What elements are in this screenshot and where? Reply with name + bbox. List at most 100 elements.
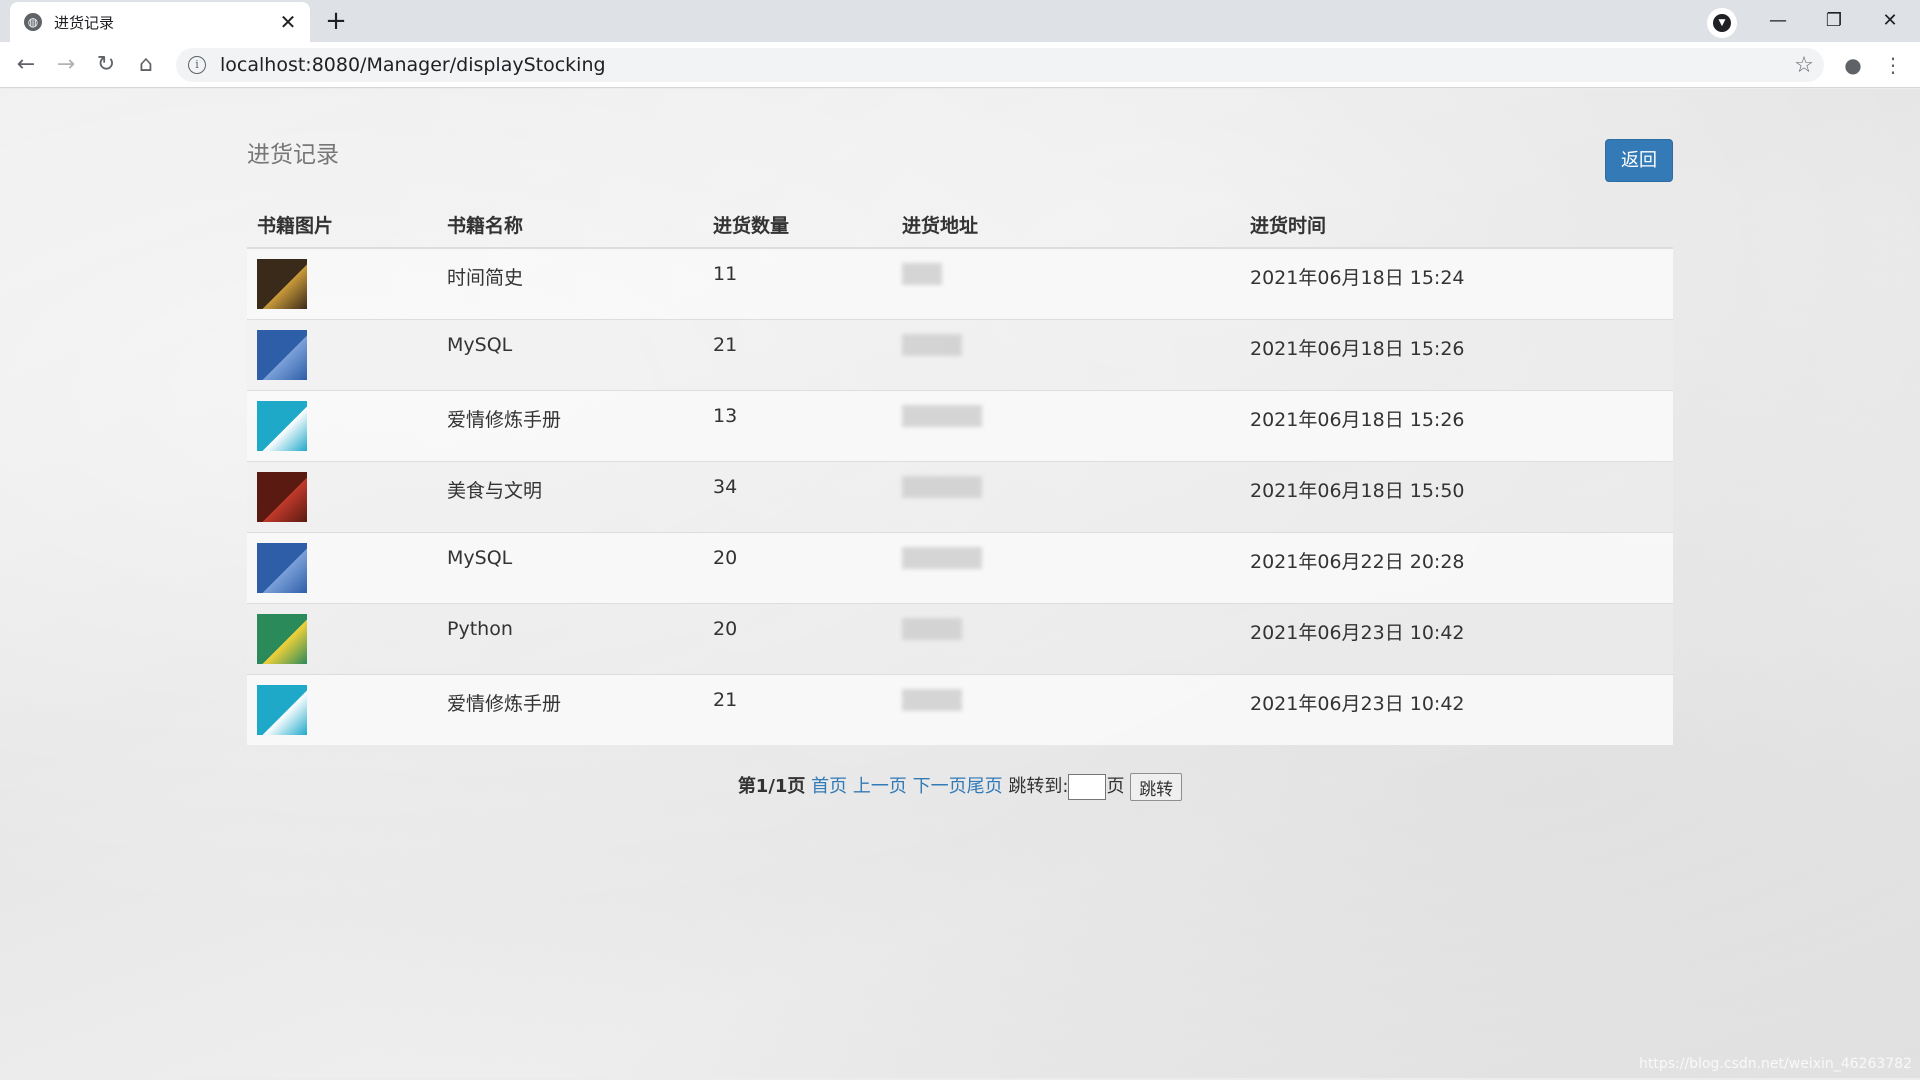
stock-time: 2021年06月18日 15:24	[1240, 247, 1673, 319]
book-cover-image	[257, 259, 307, 309]
table-header-row: 书籍图片 书籍名称 进货数量 进货地址 进货时间	[247, 201, 1673, 249]
info-icon[interactable]: i	[188, 56, 206, 74]
stock-address	[892, 389, 1240, 461]
book-name: MySQL	[437, 531, 703, 603]
redacted-address	[902, 617, 962, 640]
page-indicator: 第1/1页	[737, 776, 806, 797]
stock-time: 2021年06月23日 10:42	[1240, 602, 1673, 674]
book-name: MySQL	[437, 318, 703, 390]
table-row: 美食与文明 34 2021年06月18日 15:50	[247, 460, 1673, 532]
table-row: Python 20 2021年06月23日 10:42	[247, 602, 1673, 674]
minimize-button[interactable]: —	[1750, 4, 1806, 38]
cover-cell	[247, 531, 437, 603]
header-name: 书籍名称	[437, 201, 703, 249]
book-cover-image	[257, 400, 307, 451]
page-content: 进货记录 返回 书籍图片 书籍名称 进货数量 进货地址 进货时间 时间简史 11 2…	[0, 89, 1920, 1078]
cover-cell	[247, 673, 437, 745]
redacted-address	[902, 263, 942, 285]
redacted-address	[902, 475, 982, 498]
cover-cell	[247, 318, 437, 390]
stock-address	[892, 247, 1240, 319]
stock-time: 2021年06月18日 15:26	[1240, 318, 1673, 390]
redacted-address	[902, 546, 982, 569]
stock-address	[892, 673, 1240, 745]
home-icon[interactable]: ⌂	[130, 50, 162, 80]
back-arrow-icon[interactable]: ←	[10, 50, 42, 80]
jump-button[interactable]: 跳转	[1130, 773, 1183, 801]
last-page-link[interactable]: 尾页	[967, 776, 1003, 797]
stock-quantity: 34	[703, 460, 892, 532]
browser-tab[interactable]: ◍ 进货记录 ✕	[10, 2, 310, 42]
book-cover-image	[257, 471, 307, 522]
forward-arrow-icon[interactable]: →	[50, 50, 82, 80]
redacted-address	[902, 688, 962, 711]
table-row: 爱情修炼手册 13 2021年06月18日 15:26	[247, 389, 1673, 461]
stock-quantity: 13	[703, 389, 892, 461]
book-cover-image	[257, 329, 307, 380]
header-cover: 书籍图片	[247, 201, 437, 249]
cover-cell	[247, 389, 437, 461]
browser-tab-bar: ◍ 进货记录 ✕ + ▼ — ❐ ✕	[0, 0, 1920, 42]
menu-dots-icon[interactable]: ⋮	[1876, 50, 1910, 80]
pagination: 第1/1页 首页 上一页 下一页尾页 跳转到: 页 跳转	[0, 772, 1920, 801]
new-tab-button[interactable]: +	[318, 6, 354, 38]
cover-cell	[247, 602, 437, 674]
redacted-address	[902, 333, 962, 356]
bookmark-star-icon[interactable]: ☆	[1784, 53, 1824, 78]
stock-time: 2021年06月18日 15:50	[1240, 460, 1673, 532]
chevron-down-icon: ▼	[1713, 14, 1731, 32]
first-page-link[interactable]: 首页	[811, 776, 847, 797]
stock-address	[892, 318, 1240, 390]
watermark: https://blog.csdn.net/weixin_46263782	[1638, 1056, 1912, 1072]
stock-quantity: 21	[703, 673, 892, 745]
url-text[interactable]: localhost:8080/Manager/displayStocking	[220, 54, 1784, 76]
header-time: 进货时间	[1240, 201, 1673, 249]
tab-close-icon[interactable]: ✕	[276, 10, 300, 34]
book-cover-image	[257, 613, 307, 664]
header-address: 进货地址	[892, 201, 1240, 249]
book-name: 爱情修炼手册	[437, 673, 703, 745]
redacted-address	[902, 404, 982, 427]
browser-toolbar: ← → ↻ ⌂ i localhost:8080/Manager/display…	[0, 42, 1920, 88]
restore-button[interactable]: ❐	[1806, 4, 1862, 38]
book-name: Python	[437, 602, 703, 674]
book-name: 时间简史	[437, 247, 703, 319]
cover-cell	[247, 247, 437, 319]
stock-quantity: 20	[703, 531, 892, 603]
back-button[interactable]: 返回	[1605, 139, 1673, 182]
stock-time: 2021年06月23日 10:42	[1240, 673, 1673, 745]
reload-icon[interactable]: ↻	[90, 50, 122, 80]
stock-quantity: 20	[703, 602, 892, 674]
tab-search-button[interactable]: ▼	[1707, 8, 1737, 38]
table-row: MySQL 21 2021年06月18日 15:26	[247, 318, 1673, 390]
stock-quantity: 21	[703, 318, 892, 390]
header-quantity: 进货数量	[703, 201, 892, 249]
book-cover-image	[257, 684, 307, 735]
prev-page-link[interactable]: 上一页	[853, 776, 907, 797]
book-name: 爱情修炼手册	[437, 389, 703, 461]
table-row: 时间简史 11 2021年06月18日 15:24	[247, 247, 1673, 319]
stock-address	[892, 602, 1240, 674]
next-page-link[interactable]: 下一页	[913, 776, 967, 797]
book-name: 美食与文明	[437, 460, 703, 532]
book-cover-image	[257, 542, 307, 593]
jump-label: 跳转到:	[1008, 776, 1069, 797]
stock-address	[892, 460, 1240, 532]
stock-time: 2021年06月18日 15:26	[1240, 389, 1673, 461]
table-body: 时间简史 11 2021年06月18日 15:24 MySQL 21 2021年06月18…	[247, 247, 1673, 745]
stock-time: 2021年06月22日 20:28	[1240, 531, 1673, 603]
close-window-button[interactable]: ✕	[1862, 4, 1918, 38]
profile-icon[interactable]: ●	[1836, 50, 1870, 80]
table-row: MySQL 20 2021年06月22日 20:28	[247, 531, 1673, 603]
stocking-table: 书籍图片 书籍名称 进货数量 进货地址 进货时间 时间简史 11 2021年06月1…	[247, 201, 1673, 745]
stock-address	[892, 531, 1240, 603]
stock-quantity: 11	[703, 247, 892, 319]
address-bar[interactable]: i localhost:8080/Manager/displayStocking…	[176, 48, 1824, 82]
page-title: 进货记录	[247, 142, 339, 168]
jump-suffix: 页	[1106, 776, 1125, 797]
jump-page-input[interactable]	[1068, 774, 1107, 800]
globe-icon: ◍	[24, 13, 42, 31]
table-row: 爱情修炼手册 21 2021年06月23日 10:42	[247, 673, 1673, 745]
tab-title: 进货记录	[54, 13, 115, 32]
cover-cell	[247, 460, 437, 532]
